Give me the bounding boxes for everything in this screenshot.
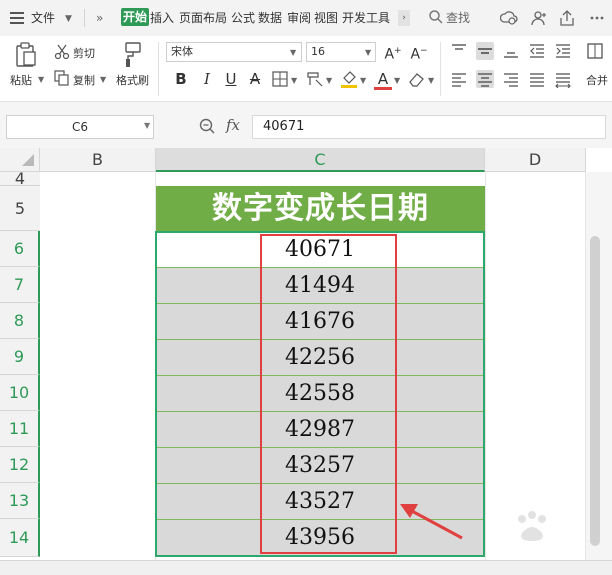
divider: [84, 9, 85, 27]
tab-developer[interactable]: 开发工具: [342, 9, 390, 27]
justify-icon[interactable]: [528, 70, 546, 88]
chevron-down-icon[interactable]: ▼: [38, 75, 44, 84]
paste-button[interactable]: 粘贴: [10, 72, 32, 88]
fill-color-icon[interactable]: [340, 69, 358, 89]
chevron-down-icon[interactable]: ▼: [394, 76, 400, 85]
title-cell[interactable]: 数字变成长日期: [156, 186, 485, 231]
share-icon[interactable]: [558, 9, 576, 27]
column-header-d[interactable]: D: [485, 148, 586, 172]
decrease-indent-icon[interactable]: [528, 42, 546, 60]
divider: [440, 42, 441, 96]
align-center-icon[interactable]: [476, 70, 494, 88]
chevron-down-icon[interactable]: ▼: [291, 76, 297, 85]
row-header-4[interactable]: 4: [0, 171, 40, 187]
menu-bar: 文件 ▼ » 开始 插入 页面布局 公式 数据 审阅 视图 开发工具 › 查找: [0, 0, 612, 36]
increase-indent-icon[interactable]: [554, 42, 572, 60]
more-icon[interactable]: [588, 9, 606, 27]
chevron-down-icon[interactable]: ▼: [428, 76, 434, 85]
column-header-c[interactable]: C: [156, 148, 485, 172]
search-label[interactable]: 查找: [446, 9, 470, 27]
double-chevron-icon[interactable]: »: [96, 9, 103, 27]
row-header-12[interactable]: 12: [0, 447, 40, 483]
cell-c12[interactable]: 43257: [157, 448, 483, 484]
decrease-font-icon[interactable]: A−: [410, 42, 428, 63]
cell-c7[interactable]: 41494: [157, 268, 483, 304]
eraser-icon[interactable]: [408, 71, 426, 87]
menu-icon[interactable]: [10, 10, 24, 26]
underline-icon[interactable]: U: [222, 70, 240, 88]
chevron-down-icon[interactable]: ▼: [326, 76, 332, 85]
tab-review[interactable]: 审阅: [287, 9, 311, 27]
copy-button[interactable]: 复制: [73, 72, 95, 88]
row-header-8[interactable]: 8: [0, 303, 40, 339]
align-bottom-icon[interactable]: [502, 42, 520, 60]
gridline: [485, 172, 486, 560]
paste-icon[interactable]: [14, 42, 38, 68]
row-header-7[interactable]: 7: [0, 267, 40, 303]
bold-icon[interactable]: B: [172, 70, 190, 88]
align-right-icon[interactable]: [502, 70, 520, 88]
align-middle-icon[interactable]: [476, 42, 494, 60]
distributed-align-icon[interactable]: [554, 70, 572, 88]
name-box[interactable]: C6: [6, 115, 154, 139]
cell-c6[interactable]: 40671: [157, 232, 483, 268]
row-header-13[interactable]: 13: [0, 483, 40, 519]
merge-center-button[interactable]: 合并: [586, 72, 608, 88]
search-icon[interactable]: [428, 9, 444, 25]
divider: [158, 42, 159, 96]
chevron-down-icon[interactable]: ▼: [365, 48, 371, 57]
merge-cells-icon[interactable]: [586, 42, 604, 60]
ribbon-toolbar: 粘贴 ▼ 剪切 复制 ▼ 格式刷 宋体 ▼ 16 ▼ A+ A− B I U A…: [0, 36, 612, 102]
increase-font-icon[interactable]: A+: [384, 42, 402, 63]
row-header-10[interactable]: 10: [0, 375, 40, 411]
font-name-select[interactable]: 宋体: [166, 42, 302, 62]
borders-icon[interactable]: [272, 71, 288, 87]
cloud-sync-icon[interactable]: [500, 9, 518, 27]
cell-c8[interactable]: 41676: [157, 304, 483, 340]
chevron-right-icon[interactable]: ›: [398, 10, 410, 26]
formula-input[interactable]: 40671: [252, 115, 606, 139]
tab-insert[interactable]: 插入: [150, 9, 174, 27]
tab-data[interactable]: 数据: [258, 9, 282, 27]
italic-icon[interactable]: I: [198, 70, 216, 88]
row-header-11[interactable]: 11: [0, 411, 40, 447]
zoom-icon[interactable]: [198, 117, 216, 135]
select-all-icon: [22, 154, 34, 166]
file-menu[interactable]: 文件: [31, 9, 55, 27]
cell-c11[interactable]: 42987: [157, 412, 483, 448]
tab-formulas[interactable]: 公式: [231, 9, 255, 27]
row-header-14[interactable]: 14: [0, 519, 40, 557]
tab-view[interactable]: 视图: [314, 9, 338, 27]
tab-start[interactable]: 开始: [121, 8, 150, 26]
chevron-down-icon[interactable]: ▼: [144, 121, 150, 130]
chevron-down-icon: ▼: [65, 14, 72, 24]
cut-button[interactable]: 剪切: [73, 45, 95, 61]
scissors-icon[interactable]: [54, 44, 70, 60]
function-icon[interactable]: fx: [226, 116, 240, 134]
chevron-down-icon[interactable]: ▼: [100, 75, 106, 84]
copy-icon[interactable]: [54, 70, 70, 86]
tab-page-layout[interactable]: 页面布局: [179, 9, 227, 27]
cell-style-icon[interactable]: [306, 71, 324, 87]
user-share-icon[interactable]: [530, 9, 548, 27]
chevron-down-icon[interactable]: ▼: [290, 48, 296, 57]
row-header-6[interactable]: 6: [0, 231, 40, 267]
chevron-down-icon[interactable]: ▼: [360, 76, 366, 85]
row-header-9[interactable]: 9: [0, 339, 40, 375]
format-painter-button[interactable]: 格式刷: [116, 72, 149, 88]
font-color-icon[interactable]: A: [374, 70, 392, 90]
cell-c10[interactable]: 42558: [157, 376, 483, 412]
format-painter-icon[interactable]: [122, 42, 144, 68]
row-header-5[interactable]: 5: [0, 186, 40, 231]
align-left-icon[interactable]: [450, 70, 468, 88]
align-top-icon[interactable]: [450, 42, 468, 60]
column-header-b[interactable]: B: [40, 148, 156, 172]
scrollbar-thumb[interactable]: [590, 236, 600, 546]
strikethrough-icon[interactable]: A: [246, 70, 264, 88]
watermark-icon: [518, 511, 546, 541]
cell-c9[interactable]: 42256: [157, 340, 483, 376]
